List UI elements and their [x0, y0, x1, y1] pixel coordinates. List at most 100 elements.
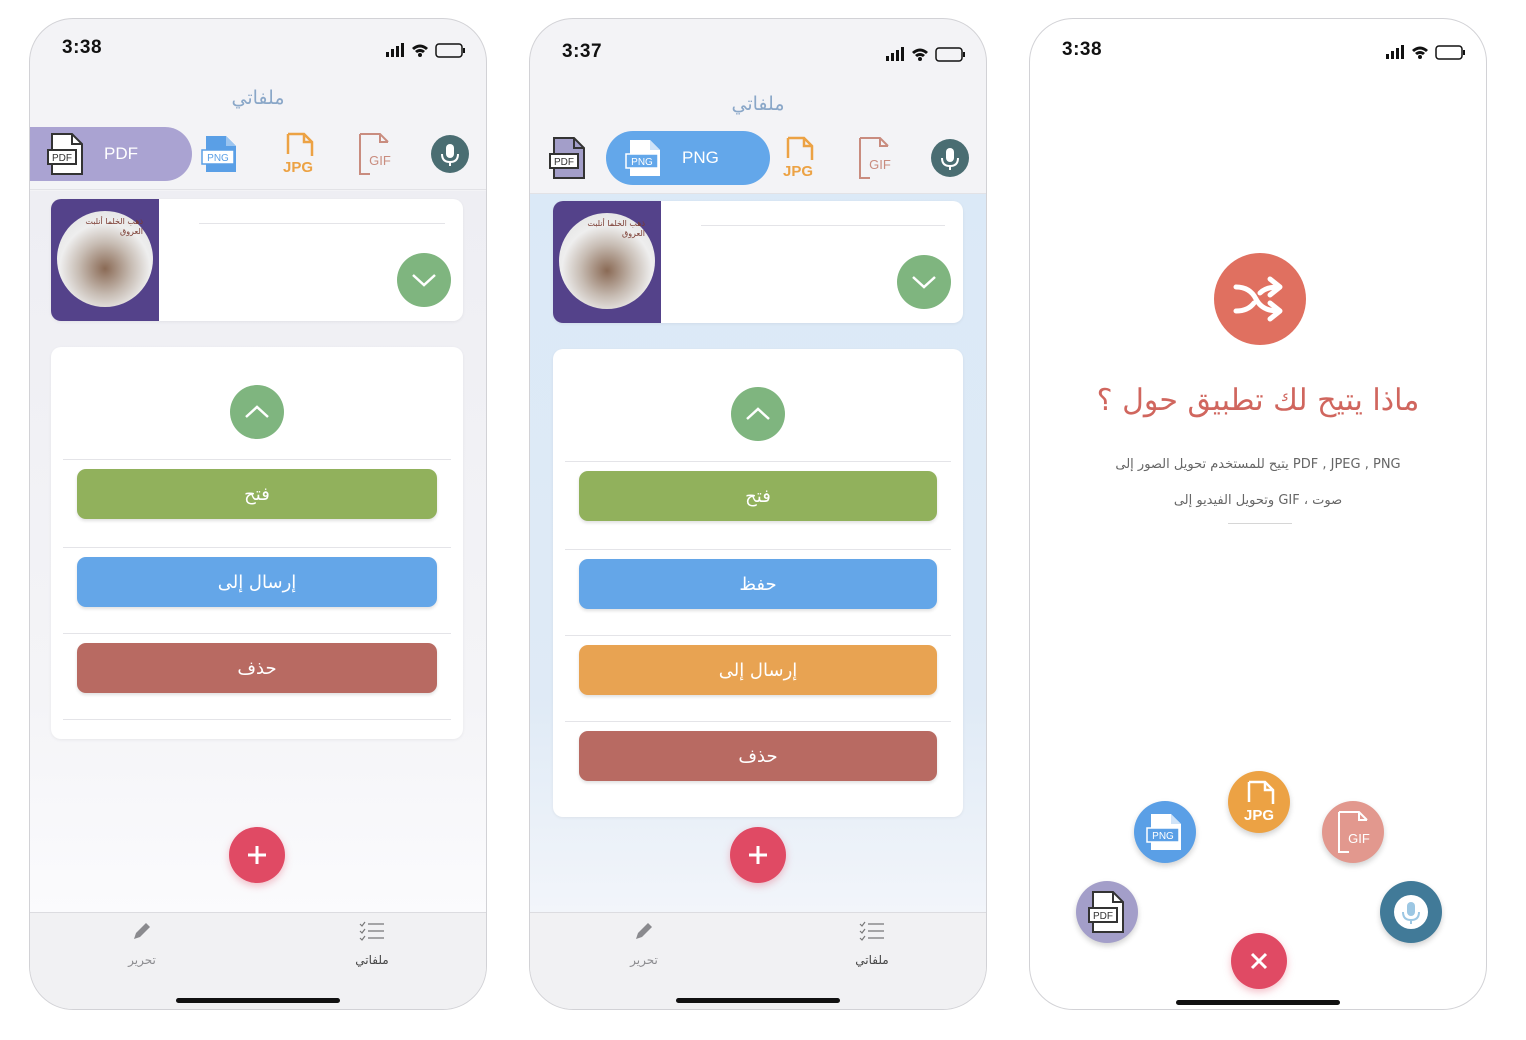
- page-title: ملفاتي: [731, 93, 785, 115]
- svg-text:PNG: PNG: [207, 153, 229, 164]
- svg-text:JPG: JPG: [1244, 807, 1274, 824]
- add-button[interactable]: [730, 827, 786, 883]
- bottom-tab-edit[interactable]: تحرير: [604, 919, 684, 967]
- chevron-up-icon: [245, 405, 269, 418]
- tab-png-label: PNG: [682, 148, 719, 167]
- status-icons: [386, 43, 465, 58]
- divider: [565, 549, 951, 550]
- png-file-icon: PNG: [201, 136, 236, 172]
- file-thumbnail: ذهب الخلما أنلبت العروق: [553, 201, 661, 323]
- jpg-file-icon: JPG: [1244, 780, 1275, 824]
- delete-button-label: حذف: [738, 745, 778, 767]
- svg-text:PNG: PNG: [631, 157, 653, 168]
- open-button-label: فتح: [745, 485, 771, 507]
- pdf-bubble[interactable]: PDF: [1076, 881, 1138, 943]
- collapse-button[interactable]: [731, 387, 785, 441]
- tab-pdf[interactable]: PDF PDF: [30, 127, 192, 181]
- status-bar: 3:37: [530, 41, 986, 69]
- open-button[interactable]: فتح: [579, 471, 937, 521]
- gif-file-icon: GIF: [859, 137, 891, 179]
- divider: [63, 459, 451, 460]
- delete-button[interactable]: حذف: [77, 643, 437, 693]
- tab-jpg[interactable]: JPG: [274, 127, 322, 181]
- microphone-icon: [931, 139, 969, 177]
- svg-text:PNG: PNG: [1152, 831, 1174, 842]
- tab-gif[interactable]: GIF: [850, 131, 898, 185]
- send-to-button[interactable]: إرسال إلى: [77, 557, 437, 607]
- close-icon: [1250, 952, 1268, 970]
- add-button[interactable]: [229, 827, 285, 883]
- file-card[interactable]: ذهب الخلما أنلبت العروق: [553, 201, 963, 323]
- home-indicator: [676, 998, 840, 1003]
- collapse-button[interactable]: [230, 385, 284, 439]
- tab-jpg[interactable]: JPG: [774, 131, 822, 185]
- send-to-button[interactable]: إرسال إلى: [579, 645, 937, 695]
- phone-screen-about: 3:38 ماذا يتيح لك تطبيق حول ؟ يتيح للمست…: [1029, 18, 1487, 1010]
- png-bubble[interactable]: PNG: [1134, 801, 1196, 863]
- divider: [565, 635, 951, 636]
- actions-card: فتح حفظ إرسال إلى حذف: [553, 349, 963, 817]
- file-thumbnail: ذهب الخلما أنلبت العروق: [51, 199, 159, 321]
- png-file-icon: PNG: [625, 140, 660, 176]
- plus-icon: [248, 846, 266, 864]
- bottom-tab-files[interactable]: ملفاتي: [332, 919, 412, 967]
- bottom-tab-files-label: ملفاتي: [855, 953, 889, 967]
- audio-bubble[interactable]: [1380, 881, 1442, 943]
- gif-bubble[interactable]: GIF: [1322, 801, 1384, 863]
- divider: [565, 721, 951, 722]
- bottom-tab-edit[interactable]: تحرير: [102, 919, 182, 967]
- thumbnail-text: ذهب الخلما أنلبت العروق: [85, 217, 143, 236]
- status-bar: 3:38: [30, 37, 486, 65]
- bottom-tab-edit-label: تحرير: [630, 953, 658, 967]
- bottom-tab-bar: تحرير ملفاتي: [30, 912, 486, 1009]
- home-indicator: [1176, 1000, 1340, 1005]
- tab-pdf[interactable]: PDF: [544, 131, 592, 185]
- tab-audio[interactable]: [426, 127, 474, 181]
- tab-png[interactable]: PNG: [196, 127, 244, 181]
- tab-png[interactable]: PNG PNG: [606, 131, 770, 185]
- pencil-icon: [636, 923, 652, 939]
- page-title: ملفاتي: [231, 87, 285, 109]
- svg-text:GIF: GIF: [369, 153, 391, 168]
- status-time: 3:38: [1062, 39, 1103, 60]
- about-description-line2: وتحويل الفيديو إلى GIF ، صوت: [1173, 493, 1343, 508]
- svg-text:GIF: GIF: [869, 157, 891, 172]
- status-time: 3:37: [562, 41, 603, 62]
- microphone-icon: [431, 135, 469, 173]
- bottom-tab-edit-label: تحرير: [128, 953, 156, 967]
- status-icons: [1386, 45, 1465, 60]
- delete-button[interactable]: حذف: [579, 731, 937, 781]
- jpg-file-icon: JPG: [783, 136, 814, 180]
- png-file-icon: PNG: [1146, 814, 1181, 850]
- open-button-label: فتح: [244, 483, 270, 505]
- microphone-icon: [1394, 895, 1428, 929]
- gif-file-icon: GIF: [1338, 811, 1370, 853]
- svg-text:PDF: PDF: [554, 157, 574, 168]
- divider: [565, 461, 951, 462]
- bottom-tab-files[interactable]: ملفاتي: [832, 919, 912, 967]
- status-bar: 3:38: [1030, 39, 1486, 67]
- file-card[interactable]: ذهب الخلما أنلبت العروق: [51, 199, 463, 321]
- pdf-file-icon: PDF: [549, 137, 585, 179]
- about-description-line1: يتيح للمستخدم تحويل الصور إلى PDF , JPEG…: [1115, 457, 1401, 472]
- delete-button-label: حذف: [237, 657, 277, 679]
- send-to-button-label: إرسال إلى: [718, 659, 798, 681]
- jpg-bubble[interactable]: JPG: [1228, 771, 1290, 833]
- phone-screen-pdf: 3:38 ملفاتي PDF PDF PNG JPG GIF ذهب الخل…: [29, 18, 487, 1010]
- expand-button[interactable]: [897, 255, 951, 309]
- chevron-down-icon: [412, 274, 436, 287]
- tab-gif[interactable]: GIF: [350, 127, 398, 181]
- list-icon: [359, 921, 384, 941]
- pdf-file-icon: PDF: [1088, 891, 1124, 933]
- pdf-file-icon: PDF: [47, 133, 83, 175]
- svg-text:JPG: JPG: [783, 163, 813, 180]
- status-icons: [886, 47, 965, 62]
- open-button[interactable]: فتح: [77, 469, 437, 519]
- tab-audio[interactable]: [926, 131, 974, 185]
- expand-button[interactable]: [397, 253, 451, 307]
- pencil-icon: [134, 923, 150, 939]
- svg-text:PDF: PDF: [52, 153, 72, 164]
- list-icon: [859, 921, 884, 941]
- save-button[interactable]: حفظ: [579, 559, 937, 609]
- close-button[interactable]: [1231, 933, 1287, 989]
